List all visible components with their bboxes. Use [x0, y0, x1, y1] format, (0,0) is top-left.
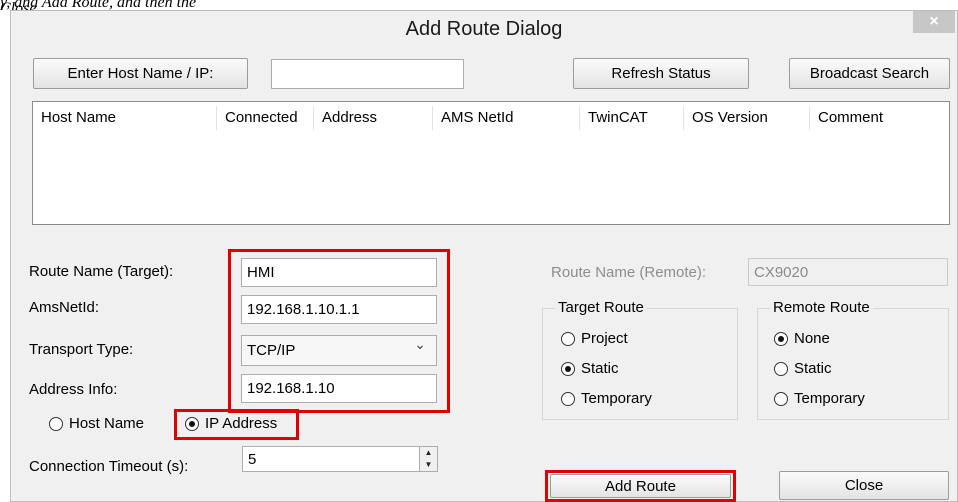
radio-unchecked-icon — [774, 361, 788, 376]
target-route-project-label: Project — [581, 330, 628, 347]
target-route-title: Target Route — [555, 299, 647, 316]
target-route-temporary-label: Temporary — [581, 390, 652, 407]
target-route-group: Target Route Project Static Temporary — [542, 299, 738, 420]
route-name-remote-label: Route Name (Remote): — [551, 264, 707, 281]
col-os-version[interactable]: OS Version — [684, 102, 784, 134]
route-name-remote-input: CX9020 — [748, 258, 948, 286]
col-address[interactable]: Address — [314, 102, 432, 134]
connection-timeout-input[interactable]: 5 ▲ ▼ — [242, 446, 438, 472]
host-name-radio[interactable]: Host Name — [49, 415, 144, 432]
amsnetid-label: AmsNetId: — [29, 299, 100, 316]
broadcast-search-button[interactable]: Broadcast Search — [789, 58, 950, 89]
amsnetid-input[interactable]: 192.168.1.10.1.1 — [241, 295, 437, 324]
host-name-radio-label: Host Name — [69, 415, 145, 432]
col-connected[interactable]: Connected — [217, 102, 313, 134]
radio-unchecked-icon — [49, 416, 63, 431]
route-name-label: Route Name (Target): — [29, 263, 174, 280]
close-button[interactable]: Close — [779, 471, 949, 500]
refresh-status-button[interactable]: Refresh Status — [573, 58, 749, 89]
radio-unchecked-icon — [561, 331, 575, 346]
col-ams-netid[interactable]: AMS NetId — [433, 102, 579, 134]
col-comment[interactable]: Comment — [810, 102, 930, 134]
transport-type-select[interactable]: TCP/IP ⌄ — [241, 335, 437, 366]
remote-route-static-radio[interactable]: Static — [774, 360, 832, 377]
host-list[interactable]: Host Name Connected Address AMS NetId Tw… — [32, 101, 950, 225]
radio-unchecked-icon — [774, 391, 788, 406]
radio-checked-icon — [561, 361, 575, 376]
target-route-static-label: Static — [581, 360, 619, 377]
remote-route-none-radio[interactable]: None — [774, 330, 830, 347]
remote-route-none-label: None — [794, 330, 830, 347]
target-route-project-radio[interactable]: Project — [561, 330, 628, 347]
address-info-label: Address Info: — [29, 381, 118, 398]
col-twincat[interactable]: TwinCAT — [580, 102, 683, 134]
route-name-input[interactable]: HMI — [241, 258, 437, 287]
remote-route-group: Remote Route None Static Temporary — [757, 299, 949, 420]
target-route-temporary-radio[interactable]: Temporary — [561, 390, 652, 407]
transport-type-label: Transport Type: — [29, 341, 134, 358]
remote-route-temporary-label: Temporary — [794, 390, 865, 407]
radio-checked-icon — [774, 331, 788, 346]
host-ip-input[interactable] — [271, 59, 464, 89]
add-route-button[interactable]: Add Route — [550, 474, 731, 498]
remote-route-static-label: Static — [794, 360, 832, 377]
dialog-title: Add Route Dialog — [11, 11, 957, 47]
transport-type-value: TCP/IP — [247, 342, 296, 359]
spin-up-icon[interactable]: ▲ — [419, 447, 437, 459]
caption-fragment: y, and Add Route, and then the Close. — [0, 0, 197, 10]
remote-route-temporary-radio[interactable]: Temporary — [774, 390, 865, 407]
ip-address-radio[interactable]: IP Address — [185, 415, 277, 432]
connection-timeout-label: Connection Timeout (s): — [29, 458, 189, 475]
address-info-input[interactable]: 192.168.1.10 — [241, 374, 437, 403]
spin-down-icon[interactable]: ▼ — [419, 459, 437, 471]
target-route-static-radio[interactable]: Static — [561, 360, 619, 377]
add-route-dialog: Add Route Dialog × Enter Host Name / IP:… — [10, 10, 958, 502]
radio-checked-icon — [185, 416, 199, 431]
col-host-name[interactable]: Host Name — [33, 102, 216, 134]
radio-unchecked-icon — [561, 391, 575, 406]
chevron-down-icon: ⌄ — [414, 336, 426, 352]
ip-address-radio-label: IP Address — [205, 415, 278, 432]
close-icon[interactable]: × — [913, 11, 955, 33]
timeout-value: 5 — [248, 450, 257, 468]
enter-host-button[interactable]: Enter Host Name / IP: — [33, 58, 248, 89]
remote-route-title: Remote Route — [770, 299, 873, 316]
